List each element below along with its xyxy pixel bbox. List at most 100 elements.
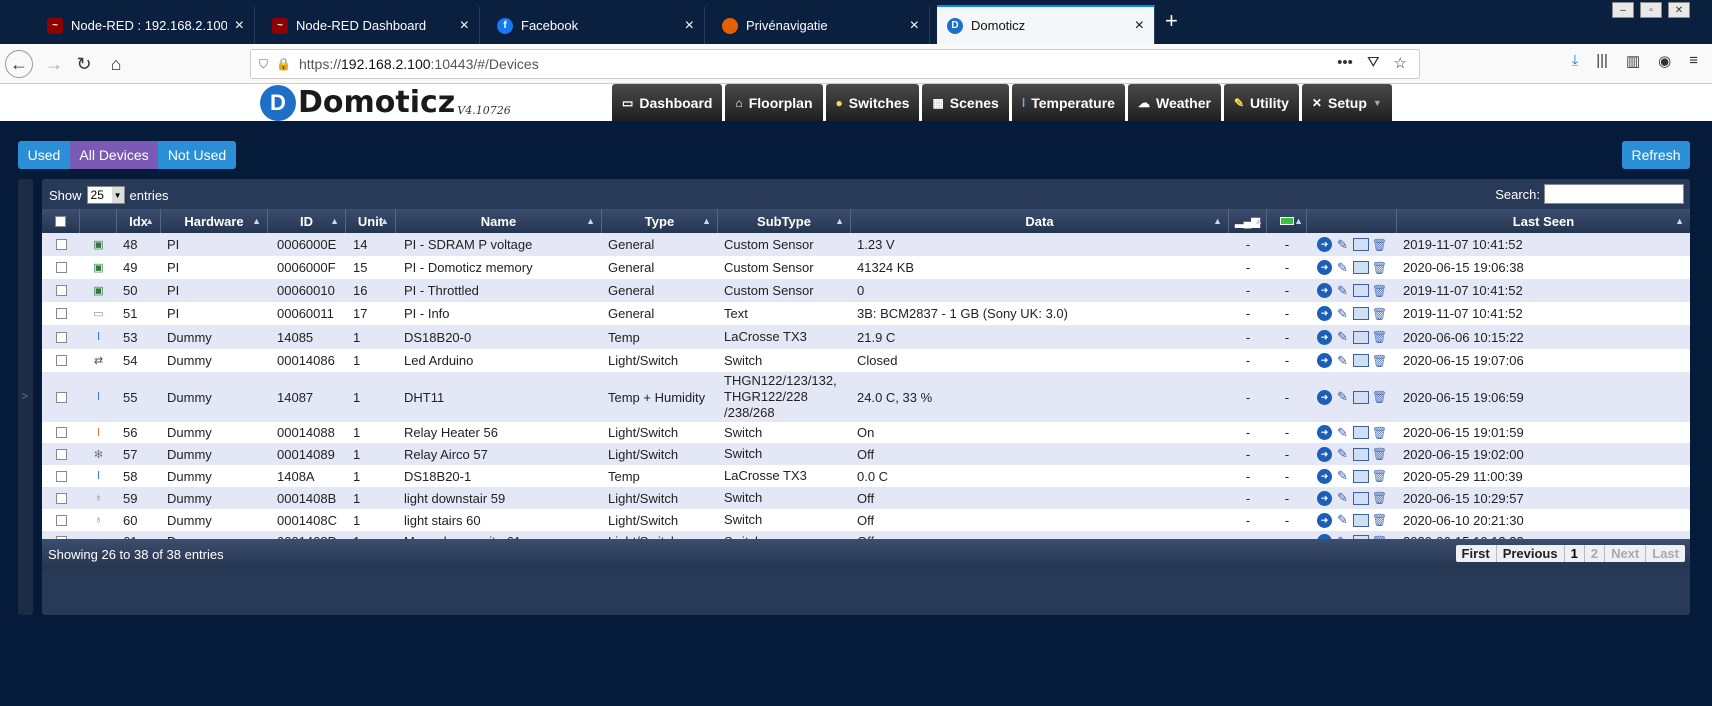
edit-icon[interactable]: ✎: [1335, 425, 1350, 440]
table-icon[interactable]: [1353, 469, 1369, 483]
trash-icon[interactable]: 🗑: [1372, 283, 1387, 298]
maximize-button[interactable]: ▫: [1640, 2, 1662, 18]
refresh-button[interactable]: Refresh: [1622, 141, 1690, 169]
table-row[interactable]: ǀ 58 Dummy 1408A 1 DS18B20-1 Temp LaCrosse TX3 0…: [42, 465, 1690, 487]
browser-tab-node-red[interactable]: ~ Node-RED : 192.168.2.100 ×: [37, 7, 255, 44]
table-row[interactable]: ǀ 56 Dummy 00014088 1 Relay Heater 56 Light/Sw…: [42, 422, 1690, 443]
trash-icon[interactable]: 🗑: [1372, 469, 1387, 484]
edit-icon[interactable]: ✎: [1335, 306, 1350, 321]
pocket-icon[interactable]: ⛛: [1367, 54, 1380, 72]
table-icon[interactable]: [1353, 513, 1369, 527]
log-icon[interactable]: ➜: [1317, 306, 1332, 321]
forward-arrow-icon[interactable]: →: [42, 52, 66, 76]
window-close-button[interactable]: ✕: [1668, 2, 1690, 18]
log-icon[interactable]: ➜: [1317, 329, 1332, 345]
row-checkbox[interactable]: [55, 427, 67, 438]
menu-setup[interactable]: ✕ Setup ▼: [1301, 84, 1392, 121]
column-data[interactable]: Data ▲: [851, 209, 1229, 233]
log-icon[interactable]: ➜: [1317, 446, 1332, 462]
log-icon[interactable]: ➜: [1317, 260, 1332, 275]
collapsed-sidebar[interactable]: >: [18, 179, 33, 615]
row-checkbox[interactable]: [55, 285, 67, 296]
browser-tab-domoticz[interactable]: D Domoticz ×: [937, 5, 1155, 44]
filter-used-button[interactable]: Used: [18, 141, 70, 169]
trash-icon[interactable]: 🗑: [1372, 425, 1387, 440]
row-checkbox[interactable]: [55, 448, 67, 460]
page-previous-button[interactable]: Previous: [1497, 545, 1565, 562]
close-icon[interactable]: ×: [235, 17, 244, 35]
table-row[interactable]: ✻ 57 Dummy 00014089 1 Relay Airco 57 Light/Swi…: [42, 443, 1690, 465]
trash-icon[interactable]: 🗑: [1372, 353, 1387, 368]
log-icon[interactable]: ➜: [1317, 512, 1332, 528]
table-icon[interactable]: [1353, 447, 1369, 461]
domoticz-logo[interactable]: D Domoticz V4.10726: [260, 84, 511, 121]
browser-tab-private[interactable]: Privénavigatie ×: [712, 7, 930, 44]
log-icon[interactable]: ➜: [1317, 283, 1332, 298]
row-checkbox[interactable]: [55, 331, 67, 343]
menu-utility[interactable]: ✎ Utility: [1223, 84, 1299, 121]
back-arrow-icon[interactable]: ←: [5, 50, 33, 78]
column-unit[interactable]: Unit ▲: [346, 209, 396, 233]
home-icon[interactable]: ⌂: [104, 52, 128, 76]
column-type[interactable]: Type ▲: [602, 209, 718, 233]
log-icon[interactable]: ➜: [1317, 353, 1332, 368]
column-hardware[interactable]: Hardware ▲: [161, 209, 268, 233]
column-battery[interactable]: ▲: [1267, 209, 1307, 233]
trash-icon[interactable]: 🗑: [1372, 260, 1387, 275]
menu-floorplan[interactable]: ⌂ Floorplan: [725, 84, 823, 121]
column-last-seen[interactable]: Last Seen ▲: [1397, 209, 1690, 233]
row-checkbox[interactable]: [55, 355, 67, 366]
trash-icon[interactable]: 🗑: [1372, 237, 1387, 252]
edit-icon[interactable]: ✎: [1335, 283, 1350, 298]
table-icon[interactable]: [1353, 261, 1369, 274]
menu-temperature[interactable]: ǀ Temperature: [1011, 84, 1125, 121]
column-idx[interactable]: Idx ▲: [117, 209, 161, 233]
trash-icon[interactable]: 🗑: [1372, 447, 1387, 462]
table-icon[interactable]: [1353, 390, 1369, 404]
select-all-checkbox[interactable]: [55, 215, 66, 227]
browser-tab-facebook[interactable]: f Facebook ×: [487, 7, 705, 44]
table-row[interactable]: ǀ 55 Dummy 14087 1 DHT11 Temp + Humidity THGN12…: [42, 372, 1690, 422]
page-first-button[interactable]: First: [1456, 545, 1497, 562]
log-icon[interactable]: ➜: [1317, 237, 1332, 252]
table-row[interactable]: ǀ 53 Dummy 14085 1 DS18B20-0 Temp LaCrosse TX3 2…: [42, 325, 1690, 349]
trash-icon[interactable]: 🗑: [1372, 390, 1387, 405]
close-icon[interactable]: ×: [685, 17, 694, 35]
edit-icon[interactable]: ✎: [1335, 329, 1350, 345]
column-name[interactable]: Name ▲: [396, 209, 602, 233]
table-row[interactable]: ▭ 51 PI 00060011 17 PI - Info General Text 3B: B…: [42, 302, 1690, 325]
table-row[interactable]: ♁ 60 Dummy 0001408C 1 light stairs 60 Light/Sw…: [42, 509, 1690, 531]
table-icon[interactable]: [1353, 491, 1369, 505]
filter-all-devices-button[interactable]: All Devices: [70, 141, 158, 169]
row-checkbox[interactable]: [55, 308, 67, 319]
edit-icon[interactable]: ✎: [1335, 237, 1350, 252]
minimize-button[interactable]: –: [1612, 2, 1634, 18]
trash-icon[interactable]: 🗑: [1372, 330, 1387, 345]
page-1-button[interactable]: 1: [1565, 545, 1585, 562]
filter-not-used-button[interactable]: Not Used: [158, 141, 236, 169]
edit-icon[interactable]: ✎: [1335, 260, 1350, 275]
log-icon[interactable]: ➜: [1317, 389, 1332, 405]
url-bar[interactable]: ⛉ 🔒 https://192.168.2.100:10443/#/Device…: [250, 49, 1420, 79]
table-row[interactable]: ▣ 48 PI 0006000E 14 PI - SDRAM P voltage Gener…: [42, 233, 1690, 256]
page-actions-icon[interactable]: •••: [1337, 54, 1353, 72]
lock-icon[interactable]: 🔒: [276, 57, 291, 71]
page-length-select[interactable]: 25 ▼: [86, 186, 125, 204]
new-tab-button[interactable]: +: [1165, 8, 1178, 34]
column-signal[interactable]: ▂▄▆ ▲: [1229, 209, 1267, 233]
close-icon[interactable]: ×: [460, 17, 469, 35]
table-icon[interactable]: [1353, 238, 1369, 251]
table-row[interactable]: ⇄ 54 Dummy 00014086 1 Led Arduino Light/Switch…: [42, 349, 1690, 372]
download-icon[interactable]: ⤓: [1572, 52, 1579, 70]
log-icon[interactable]: ➜: [1317, 490, 1332, 506]
menu-weather[interactable]: ☁ Weather: [1127, 84, 1221, 121]
table-icon[interactable]: [1353, 330, 1369, 344]
reload-icon[interactable]: ↻: [72, 52, 96, 76]
log-icon[interactable]: ➜: [1317, 468, 1332, 484]
trash-icon[interactable]: 🗑: [1372, 491, 1387, 506]
edit-icon[interactable]: ✎: [1335, 353, 1350, 368]
chevron-right-icon[interactable]: >: [21, 389, 28, 403]
page-2-button[interactable]: 2: [1585, 545, 1606, 562]
menu-icon[interactable]: ≡: [1689, 52, 1698, 70]
log-icon[interactable]: ➜: [1317, 425, 1332, 440]
